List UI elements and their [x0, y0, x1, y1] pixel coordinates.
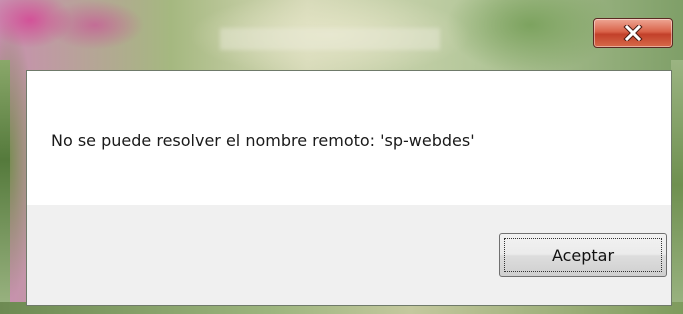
window-frame-left-edge: [0, 60, 10, 310]
accept-button[interactable]: Aceptar: [499, 233, 667, 277]
background-window-blur: [14, 0, 30, 60]
accept-button-label: Aceptar: [551, 245, 615, 265]
error-message: No se puede resolver el nombre remoto: '…: [51, 131, 475, 150]
background-blur-field: [220, 28, 440, 50]
button-bar: Aceptar: [27, 205, 671, 305]
close-icon: [623, 25, 643, 41]
message-dialog: No se puede resolver el nombre remoto: '…: [26, 70, 672, 306]
close-button[interactable]: [593, 18, 673, 48]
window-frame-right-edge: [671, 60, 683, 310]
